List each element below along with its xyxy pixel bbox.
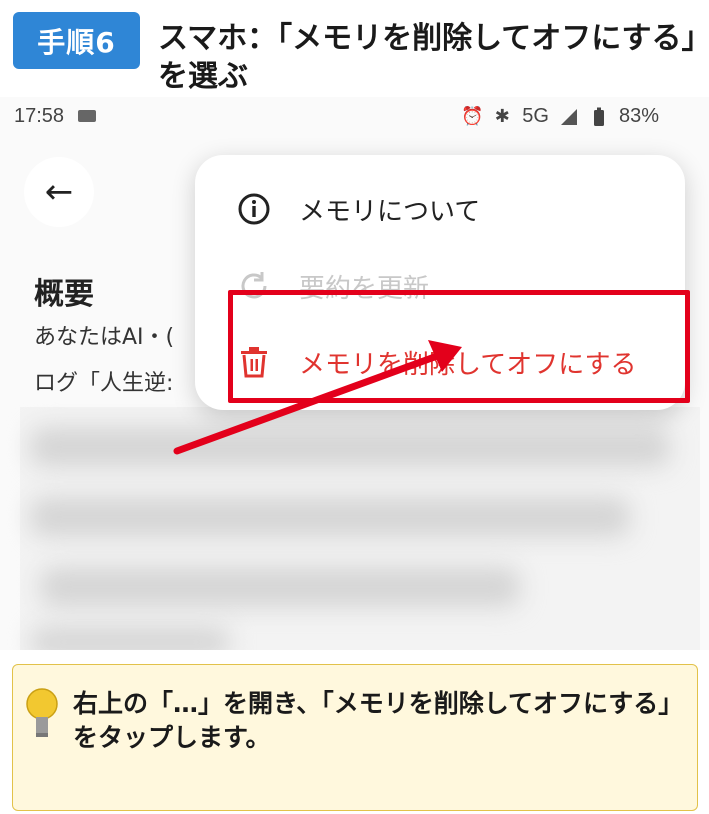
lightbulb-icon (25, 687, 59, 739)
step-title: スマホ：「メモリを削除してオフにする」を選ぶ (158, 21, 697, 94)
tip-box: 右上の「…」を開き、「メモリを削除してオフにする」をタップします。 (12, 664, 698, 811)
annotation-arrow (173, 340, 462, 455)
tip-text: 右上の「…」を開き、「メモリを削除してオフにする」をタップします。 (73, 689, 684, 752)
step-badge: 手順6 (13, 12, 140, 69)
